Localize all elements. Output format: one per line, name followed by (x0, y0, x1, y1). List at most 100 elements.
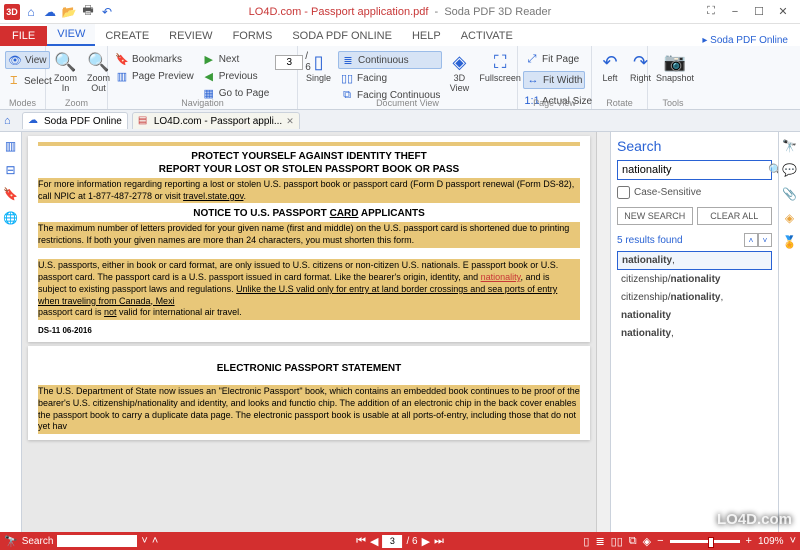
document-viewport[interactable]: PROTECT YOURSELF AGAINST IDENTITY THEFTR… (22, 132, 596, 532)
search-box: 🔍 (617, 160, 772, 180)
group-label: Navigation (108, 98, 297, 108)
new-search-button[interactable]: NEW SEARCH (617, 207, 693, 225)
search-result-item[interactable]: nationality (617, 307, 772, 324)
tab-review[interactable]: REVIEW (159, 26, 222, 46)
continuous-view-button[interactable]: ≣Continuous (338, 51, 442, 69)
tab-soda-online[interactable]: SODA PDF ONLINE (282, 26, 402, 46)
view-mode-icon[interactable]: ≣ (595, 535, 604, 548)
layers-icon[interactable]: ◈ (782, 210, 798, 226)
search-results-list: nationality, citizenship/nationality cit… (617, 251, 772, 342)
binoculars-icon[interactable]: 🔭 (782, 138, 798, 154)
window-controls: ⛶ − ☐ ✕ (702, 3, 800, 21)
fit-page-button[interactable]: ⤢Fit Page (523, 51, 581, 67)
view-mode-button[interactable]: 👁View (5, 51, 50, 69)
search-result-item[interactable]: citizenship/nationality (617, 271, 772, 288)
doctab-soda-online[interactable]: ☁ Soda PDF Online (22, 112, 128, 129)
search-result-item[interactable]: nationality, (617, 251, 772, 270)
open-icon[interactable]: 📂 (61, 4, 77, 20)
print-icon[interactable]: 🖶 (80, 4, 96, 20)
home-icon[interactable]: ⌂ (23, 4, 39, 20)
search-result-item[interactable]: nationality, (617, 325, 772, 342)
last-page-icon[interactable]: ⏭ (434, 535, 444, 548)
chevron-down-icon[interactable]: ˅ (790, 535, 796, 547)
travel-state-gov-link[interactable]: travel.state.gov (183, 191, 243, 201)
first-page-icon[interactable]: ⏮ (356, 535, 366, 548)
chevron-down-icon[interactable]: ˅ (141, 535, 147, 547)
tab-view[interactable]: VIEW (47, 24, 95, 46)
tab-create[interactable]: CREATE (95, 26, 159, 46)
page-preview-icon: ▥ (115, 69, 129, 83)
close-tab-icon[interactable]: ✕ (286, 116, 294, 127)
ribbon-group-document-view: ▯Single ≣Continuous ▯▯Facing ⧉Facing Con… (298, 46, 518, 109)
clear-all-button[interactable]: CLEAR ALL (697, 207, 773, 225)
file-tab[interactable]: FILE (0, 26, 47, 46)
view-mode-icon[interactable]: ◈ (643, 535, 651, 548)
3d-view-button[interactable]: ◈3D View (446, 51, 472, 96)
group-label: Modes (0, 98, 45, 108)
vertical-scrollbar[interactable] (596, 132, 610, 532)
chevron-up-icon[interactable]: ˄ (152, 535, 158, 547)
fit-width-button[interactable]: ↔Fit Width (523, 71, 585, 89)
prev-result-button[interactable]: ˄ (744, 233, 758, 247)
single-view-button[interactable]: ▯Single (303, 51, 334, 86)
tab-help[interactable]: HELP (402, 26, 451, 46)
search-panel-title: Search (617, 136, 772, 160)
zoom-in-icon: 🔍 (56, 53, 76, 73)
single-page-icon: ▯ (309, 53, 329, 73)
status-search-label: Search (22, 536, 54, 547)
doctab-label: LO4D.com - Passport appli... (154, 116, 282, 127)
zoom-in-button[interactable]: 🔍Zoom In (51, 51, 80, 96)
fullscreen-button[interactable]: ⛶Fullscreen (476, 51, 524, 86)
undo-icon[interactable]: ↶ (99, 4, 115, 20)
group-label: Zoom (46, 98, 107, 108)
maximize-button[interactable]: ☐ (750, 3, 768, 21)
ribbon-group-rotate: ↶Left ↷Right Rotate (592, 46, 648, 109)
binoculars-icon[interactable]: 🔭 (4, 535, 18, 548)
zoom-in-icon[interactable]: + (746, 535, 752, 547)
next-page-icon[interactable]: ▶ (422, 535, 430, 548)
eye-icon: 👁 (8, 53, 22, 67)
status-search-input[interactable] (57, 535, 137, 547)
minimize-button[interactable]: − (726, 3, 744, 21)
bookmarks-button[interactable]: 🔖Bookmarks (113, 51, 196, 67)
case-sensitive-checkbox[interactable]: Case-Sensitive (617, 186, 772, 199)
home-icon[interactable]: ⌂ (4, 115, 11, 127)
zoom-out-icon[interactable]: − (657, 535, 663, 547)
previous-page-button[interactable]: ◀Previous (200, 68, 272, 84)
status-bar: 🔭 Search ˅ ˄ ⏮ ◀ / 6 ▶ ⏭ ▯ ≣ ▯▯ ⧉ ◈ − + … (0, 532, 800, 550)
search-result-item[interactable]: citizenship/nationality, (617, 289, 772, 306)
page-preview-button[interactable]: ▥Page Preview (113, 68, 196, 84)
view-mode-icon[interactable]: ▯▯ (611, 535, 623, 548)
snapshot-button[interactable]: 📷Snapshot (653, 51, 697, 86)
camera-icon: 📷 (665, 53, 685, 73)
zoom-slider[interactable] (670, 540, 740, 543)
view-mode-icon[interactable]: ▯ (583, 535, 589, 548)
close-button[interactable]: ✕ (774, 3, 792, 21)
cloud-icon[interactable]: ☁ (42, 4, 58, 20)
attachment-icon[interactable]: 📎 (782, 186, 798, 202)
next-icon: ▶ (202, 52, 216, 66)
thumbnails-icon[interactable]: ▥ (3, 138, 19, 154)
fullscreen-toggle-icon[interactable]: ⛶ (702, 3, 720, 21)
badge-icon[interactable]: 🏅 (782, 234, 798, 250)
soda-pdf-online-link[interactable]: ▸ Soda PDF Online (702, 32, 800, 46)
web-icon[interactable]: 🌐 (3, 210, 19, 226)
tab-forms[interactable]: FORMS (223, 26, 283, 46)
tab-activate[interactable]: ACTIVATE (451, 26, 523, 46)
doctab-current-file[interactable]: ▤ LO4D.com - Passport appli... ✕ (132, 112, 300, 129)
ribbon-group-navigation: 🔖Bookmarks ▥Page Preview ▶Next ◀Previous… (108, 46, 298, 109)
comment-icon[interactable]: 💬 (782, 162, 798, 178)
next-page-button[interactable]: ▶Next (200, 51, 272, 67)
outline-icon[interactable]: ⊟ (3, 162, 19, 178)
prev-page-icon[interactable]: ◀ (370, 535, 378, 548)
view-mode-icon[interactable]: ⧉ (629, 535, 637, 548)
bookmark-icon[interactable]: 🔖 (3, 186, 19, 202)
search-input[interactable] (618, 164, 768, 176)
group-label: Rotate (592, 98, 647, 108)
watermark: LO4D.com (717, 511, 792, 528)
status-page-input[interactable] (382, 535, 402, 548)
rotate-left-button[interactable]: ↶Left (597, 51, 623, 86)
facing-view-button[interactable]: ▯▯Facing (338, 70, 442, 86)
next-result-button[interactable]: ˅ (758, 233, 772, 247)
case-sensitive-input[interactable] (617, 186, 630, 199)
